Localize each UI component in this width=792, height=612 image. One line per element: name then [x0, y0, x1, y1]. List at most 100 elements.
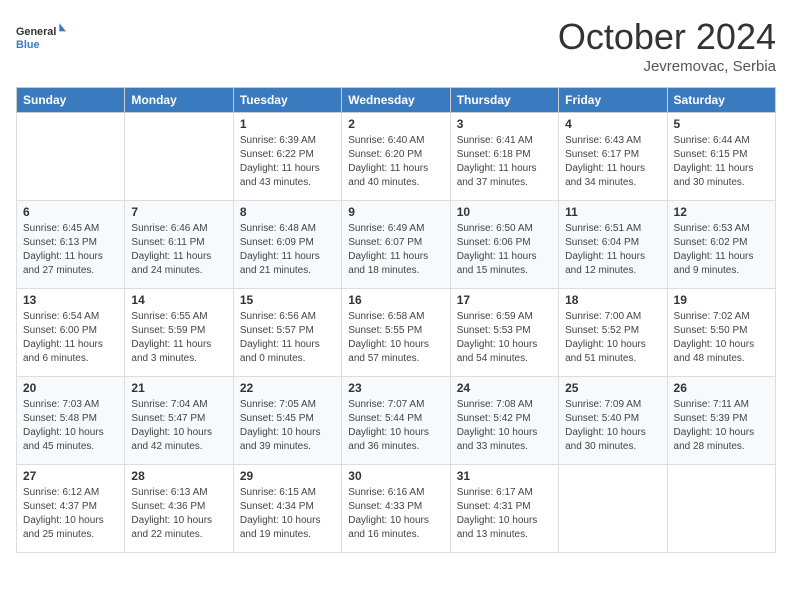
week-row-1: 1 Sunrise: 6:39 AM Sunset: 6:22 PM Daylig…: [17, 113, 776, 201]
calendar-cell: 24Sunrise: 7:08 AM Sunset: 5:42 PM Dayli…: [450, 377, 558, 465]
day-number: 25: [565, 381, 660, 395]
day-content: Sunrise: 6:12 AM Sunset: 4:37 PM Dayligh…: [23, 486, 118, 542]
day-content: Sunrise: 6:16 AM Sunset: 4:33 PM Dayligh…: [348, 486, 443, 542]
day-content: Sunrise: 6:49 AM Sunset: 6:07 PM Dayligh…: [348, 222, 443, 278]
day-content: Sunrise: 6:48 AM Sunset: 6:09 PM Dayligh…: [240, 222, 335, 278]
calendar-cell: [17, 113, 125, 201]
calendar-cell: 17Sunrise: 6:59 AM Sunset: 5:53 PM Dayli…: [450, 289, 558, 377]
calendar-cell: 10 Sunrise: 6:50 AM Sunset: 6:06 PM Dayli…: [450, 201, 558, 289]
week-row-4: 20 Sunrise: 7:03 AM Sunset: 5:48 PM Dayli…: [17, 377, 776, 465]
calendar-cell: 9 Sunrise: 6:49 AM Sunset: 6:07 PM Daylig…: [342, 201, 450, 289]
weekday-friday: Friday: [559, 88, 667, 113]
logo: General Blue: [16, 16, 66, 61]
day-number: 26: [674, 381, 769, 395]
calendar-cell: 4 Sunrise: 6:43 AM Sunset: 6:17 PM Daylig…: [559, 113, 667, 201]
day-number: 8: [240, 205, 335, 219]
weekday-saturday: Saturday: [667, 88, 775, 113]
svg-text:Blue: Blue: [16, 39, 39, 51]
day-number: 4: [565, 117, 660, 131]
day-number: 20: [23, 381, 118, 395]
calendar-cell: 15 Sunrise: 6:56 AM Sunset: 5:57 PM Dayli…: [233, 289, 341, 377]
calendar-cell: 6 Sunrise: 6:45 AM Sunset: 6:13 PM Daylig…: [17, 201, 125, 289]
day-content: Sunrise: 7:07 AM Sunset: 5:44 PM Dayligh…: [348, 398, 443, 454]
calendar-cell: 13 Sunrise: 6:54 AM Sunset: 6:00 PM Dayli…: [17, 289, 125, 377]
day-content: Sunrise: 6:53 AM Sunset: 6:02 PM Dayligh…: [674, 222, 769, 278]
calendar-cell: 3Sunrise: 6:41 AM Sunset: 6:18 PM Daylig…: [450, 113, 558, 201]
weekday-monday: Monday: [125, 88, 233, 113]
calendar-cell: 28 Sunrise: 6:13 AM Sunset: 4:36 PM Dayli…: [125, 465, 233, 553]
day-number: 28: [131, 469, 226, 483]
day-number: 1: [240, 117, 335, 131]
day-content: Sunrise: 7:00 AM Sunset: 5:52 PM Dayligh…: [565, 310, 660, 366]
day-content: Sunrise: 6:43 AM Sunset: 6:17 PM Dayligh…: [565, 134, 660, 190]
day-content: Sunrise: 7:03 AM Sunset: 5:48 PM Dayligh…: [23, 398, 118, 454]
calendar-cell: [559, 465, 667, 553]
day-number: 21: [131, 381, 226, 395]
day-content: Sunrise: 6:58 AM Sunset: 5:55 PM Dayligh…: [348, 310, 443, 366]
calendar-cell: 23 Sunrise: 7:07 AM Sunset: 5:44 PM Dayli…: [342, 377, 450, 465]
calendar-cell: 19 Sunrise: 7:02 AM Sunset: 5:50 PM Dayli…: [667, 289, 775, 377]
day-content: Sunrise: 6:17 AM Sunset: 4:31 PM Dayligh…: [457, 486, 552, 542]
calendar-cell: 2 Sunrise: 6:40 AM Sunset: 6:20 PM Daylig…: [342, 113, 450, 201]
calendar-cell: [667, 465, 775, 553]
day-number: 30: [348, 469, 443, 483]
weekday-tuesday: Tuesday: [233, 88, 341, 113]
calendar-cell: 26Sunrise: 7:11 AM Sunset: 5:39 PM Dayli…: [667, 377, 775, 465]
day-content: Sunrise: 7:08 AM Sunset: 5:42 PM Dayligh…: [457, 398, 552, 454]
calendar-cell: 22 Sunrise: 7:05 AM Sunset: 5:45 PM Dayli…: [233, 377, 341, 465]
day-content: Sunrise: 6:13 AM Sunset: 4:36 PM Dayligh…: [131, 486, 226, 542]
logo-icon: General Blue: [16, 16, 66, 61]
day-content: Sunrise: 7:05 AM Sunset: 5:45 PM Dayligh…: [240, 398, 335, 454]
calendar-cell: 27Sunrise: 6:12 AM Sunset: 4:37 PM Dayli…: [17, 465, 125, 553]
day-number: 23: [348, 381, 443, 395]
calendar-table: SundayMondayTuesdayWednesdayThursdayFrid…: [16, 87, 776, 553]
day-content: Sunrise: 6:46 AM Sunset: 6:11 PM Dayligh…: [131, 222, 226, 278]
day-content: Sunrise: 6:40 AM Sunset: 6:20 PM Dayligh…: [348, 134, 443, 190]
day-number: 19: [674, 293, 769, 307]
calendar-cell: 11Sunrise: 6:51 AM Sunset: 6:04 PM Dayli…: [559, 201, 667, 289]
day-number: 12: [674, 205, 769, 219]
day-number: 22: [240, 381, 335, 395]
day-number: 3: [457, 117, 552, 131]
day-content: Sunrise: 6:54 AM Sunset: 6:00 PM Dayligh…: [23, 310, 118, 366]
calendar-cell: 7 Sunrise: 6:46 AM Sunset: 6:11 PM Daylig…: [125, 201, 233, 289]
day-number: 13: [23, 293, 118, 307]
day-number: 14: [131, 293, 226, 307]
day-number: 6: [23, 205, 118, 219]
day-number: 18: [565, 293, 660, 307]
location: Jevremovac, Serbia: [558, 58, 776, 75]
day-content: Sunrise: 6:50 AM Sunset: 6:06 PM Dayligh…: [457, 222, 552, 278]
day-number: 9: [348, 205, 443, 219]
page-header: General Blue October 2024 Jevremovac, Se…: [16, 16, 776, 75]
weekday-header-row: SundayMondayTuesdayWednesdayThursdayFrid…: [17, 88, 776, 113]
day-number: 11: [565, 205, 660, 219]
day-content: Sunrise: 7:04 AM Sunset: 5:47 PM Dayligh…: [131, 398, 226, 454]
month-title: October 2024: [558, 16, 776, 58]
weekday-thursday: Thursday: [450, 88, 558, 113]
title-block: October 2024 Jevremovac, Serbia: [558, 16, 776, 75]
day-content: Sunrise: 7:09 AM Sunset: 5:40 PM Dayligh…: [565, 398, 660, 454]
calendar-cell: 20 Sunrise: 7:03 AM Sunset: 5:48 PM Dayli…: [17, 377, 125, 465]
day-content: Sunrise: 6:15 AM Sunset: 4:34 PM Dayligh…: [240, 486, 335, 542]
calendar-cell: 30 Sunrise: 6:16 AM Sunset: 4:33 PM Dayli…: [342, 465, 450, 553]
calendar-cell: 29Sunrise: 6:15 AM Sunset: 4:34 PM Dayli…: [233, 465, 341, 553]
day-content: Sunrise: 6:55 AM Sunset: 5:59 PM Dayligh…: [131, 310, 226, 366]
day-content: Sunrise: 6:44 AM Sunset: 6:15 PM Dayligh…: [674, 134, 769, 190]
day-number: 16: [348, 293, 443, 307]
calendar-cell: 18 Sunrise: 7:00 AM Sunset: 5:52 PM Dayli…: [559, 289, 667, 377]
calendar-cell: 14 Sunrise: 6:55 AM Sunset: 5:59 PM Dayli…: [125, 289, 233, 377]
day-content: Sunrise: 7:02 AM Sunset: 5:50 PM Dayligh…: [674, 310, 769, 366]
day-number: 7: [131, 205, 226, 219]
calendar-cell: 21 Sunrise: 7:04 AM Sunset: 5:47 PM Dayli…: [125, 377, 233, 465]
day-content: Sunrise: 6:39 AM Sunset: 6:22 PM Dayligh…: [240, 134, 335, 190]
day-content: Sunrise: 6:56 AM Sunset: 5:57 PM Dayligh…: [240, 310, 335, 366]
weekday-wednesday: Wednesday: [342, 88, 450, 113]
day-number: 2: [348, 117, 443, 131]
week-row-3: 13 Sunrise: 6:54 AM Sunset: 6:00 PM Dayli…: [17, 289, 776, 377]
day-number: 10: [457, 205, 552, 219]
day-content: Sunrise: 6:45 AM Sunset: 6:13 PM Dayligh…: [23, 222, 118, 278]
calendar-cell: [125, 113, 233, 201]
calendar-cell: 8 Sunrise: 6:48 AM Sunset: 6:09 PM Daylig…: [233, 201, 341, 289]
day-number: 15: [240, 293, 335, 307]
calendar-cell: 16 Sunrise: 6:58 AM Sunset: 5:55 PM Dayli…: [342, 289, 450, 377]
